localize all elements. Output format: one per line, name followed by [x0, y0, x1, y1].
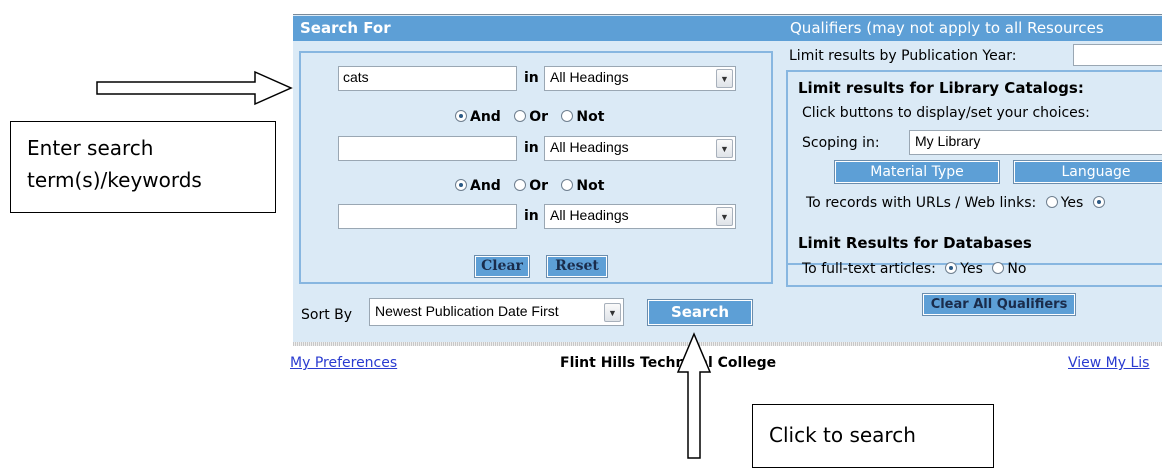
operator-group-1: And Or Not	[455, 109, 604, 125]
pub-year-input[interactable]	[1073, 44, 1162, 66]
urls-label: To records with URLs / Web links:	[806, 195, 1037, 211]
fulltext-yes-label: Yes	[960, 261, 983, 277]
view-my-list-link[interactable]: View My Lis	[1068, 355, 1149, 371]
enter-search-callout: Enter search term(s)/keywords	[10, 121, 276, 213]
field-select-1-value: All Headings	[550, 69, 629, 85]
chevron-down-icon: ▼	[716, 139, 733, 158]
sort-select-value: Newest Publication Date First	[375, 303, 559, 319]
field-select-2[interactable]: All Headings ▼	[544, 136, 736, 161]
urls-yes-label: Yes	[1060, 195, 1084, 211]
urls-row: To records with URLs / Web links: Yes	[806, 195, 1108, 211]
databases-box: Limit Results for Databases To full-text…	[786, 229, 1162, 287]
search-term-input-1[interactable]: cats	[338, 66, 517, 91]
clear-button[interactable]: Clear	[474, 255, 530, 278]
radio-not-2[interactable]	[561, 179, 574, 191]
scoping-label: Scoping in:	[802, 135, 880, 151]
material-type-button[interactable]: Material Type	[834, 160, 1000, 184]
click-search-callout-text: Click to search	[769, 423, 916, 447]
scoping-select[interactable]: My Library	[909, 130, 1162, 155]
scoping-select-value: My Library	[915, 133, 981, 149]
fulltext-label: To full-text articles:	[802, 261, 936, 277]
databases-title: Limit Results for Databases	[798, 234, 1032, 252]
radio-and-2[interactable]	[455, 179, 467, 191]
search-for-title: Search For	[300, 19, 391, 37]
in-label-3: in	[524, 208, 539, 224]
clear-all-qualifiers-button[interactable]: Clear All Qualifiers	[922, 293, 1076, 316]
college-name: Flint Hills Technical College	[560, 355, 777, 371]
field-select-3[interactable]: All Headings ▼	[544, 204, 736, 229]
radio-not-1[interactable]	[561, 110, 574, 122]
radio-fulltext-yes[interactable]	[945, 262, 958, 274]
field-select-1[interactable]: All Headings ▼	[544, 66, 736, 91]
radio-or-2[interactable]	[514, 179, 527, 191]
radio-or-1[interactable]	[514, 110, 527, 122]
pub-year-label: Limit results by Publication Year:	[789, 48, 1017, 64]
or-label-2: Or	[529, 178, 548, 194]
qualifiers-title: Qualifiers (may not apply to all Resourc…	[790, 19, 1104, 37]
arrow-right-annotation	[96, 70, 293, 106]
fulltext-row: To full-text articles: Yes No	[802, 261, 1026, 277]
search-button[interactable]: Search	[647, 299, 753, 326]
search-term-input-3[interactable]	[338, 204, 517, 229]
operator-group-2: And Or Not	[455, 178, 604, 194]
field-select-3-value: All Headings	[550, 207, 629, 223]
or-label-1: Or	[529, 109, 548, 125]
field-select-2-value: All Headings	[550, 139, 629, 155]
enter-search-callout-text: Enter search term(s)/keywords	[27, 136, 202, 192]
chevron-down-icon: ▼	[716, 69, 733, 88]
reset-button[interactable]: Reset	[546, 255, 608, 278]
radio-urls-no[interactable]	[1092, 196, 1105, 208]
catalogs-hint: Click buttons to display/set your choice…	[802, 105, 1090, 121]
not-label-1: Not	[576, 109, 605, 125]
panel-header: Search For Qualifiers (may not apply to …	[293, 16, 1162, 41]
radio-fulltext-no[interactable]	[992, 262, 1005, 274]
search-term-input-2[interactable]	[338, 136, 517, 161]
chevron-down-icon: ▼	[604, 303, 621, 322]
search-panel: Search For Qualifiers (may not apply to …	[293, 14, 1162, 346]
chevron-down-icon: ▼	[716, 207, 733, 226]
divider-bar	[293, 342, 1162, 346]
language-button[interactable]: Language	[1013, 160, 1162, 184]
sort-by-label: Sort By	[301, 307, 353, 323]
arrow-up-annotation	[676, 332, 712, 459]
and-label-2: And	[470, 178, 501, 194]
and-label-1: And	[470, 109, 501, 125]
sort-select[interactable]: Newest Publication Date First ▼	[369, 298, 624, 326]
fulltext-no-label: No	[1007, 261, 1027, 277]
search-terms-box: cats in All Headings ▼ And Or Not in All…	[299, 51, 773, 284]
click-search-callout: Click to search	[752, 404, 994, 468]
in-label-2: in	[524, 140, 539, 156]
my-preferences-link[interactable]: My Preferences	[290, 355, 397, 371]
catalogs-title: Limit results for Library Catalogs:	[798, 79, 1084, 97]
in-label-1: in	[524, 70, 539, 86]
radio-urls-yes[interactable]	[1045, 196, 1058, 208]
not-label-2: Not	[576, 178, 605, 194]
radio-and-1[interactable]	[455, 110, 467, 122]
